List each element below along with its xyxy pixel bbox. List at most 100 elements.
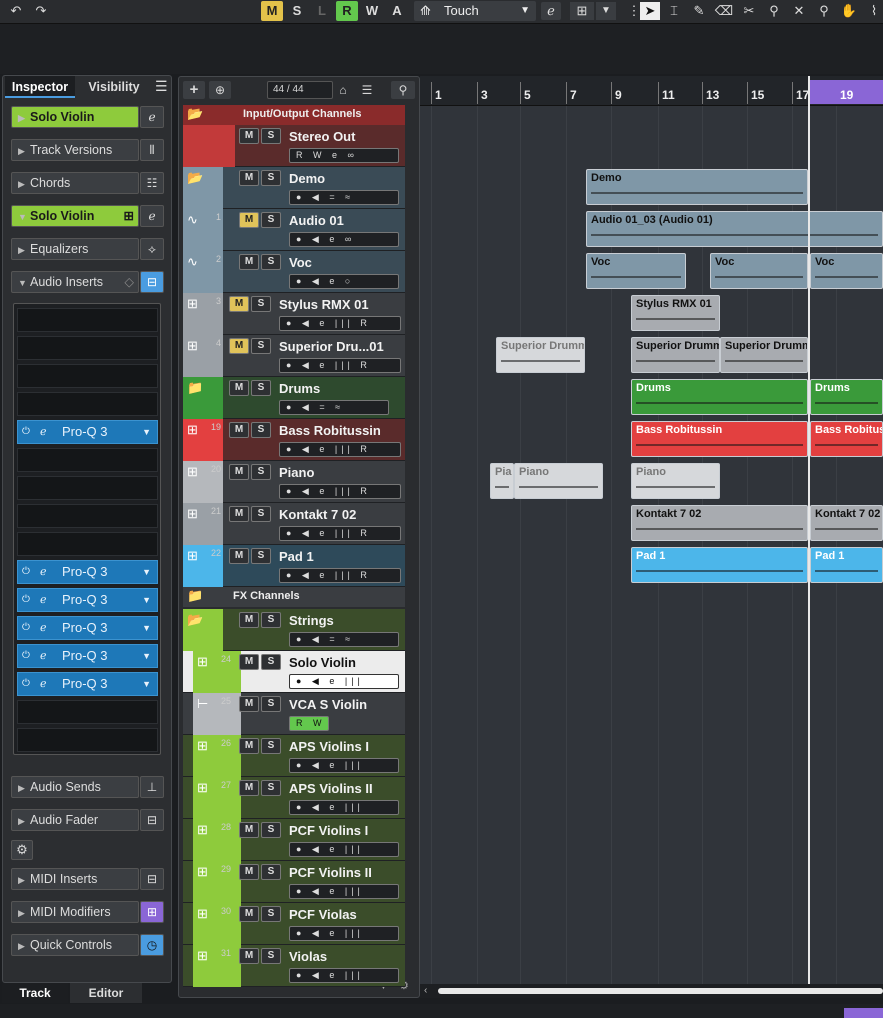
track-name[interactable]: VCA S Violin xyxy=(289,697,367,712)
track-row[interactable]: 📂 M S Strings ● ◀ = ≈ xyxy=(183,609,405,651)
hand-tool-icon[interactable]: ✋ xyxy=(839,2,859,20)
bypass-icon[interactable]: ◇ xyxy=(124,272,134,292)
chevron-down-icon[interactable]: ▼ xyxy=(142,421,151,443)
track-controls[interactable]: ● ◀ e ||| R xyxy=(279,358,401,373)
edit-icon[interactable]: ℯ xyxy=(40,421,47,443)
solo-button[interactable]: S xyxy=(261,738,281,754)
track-row[interactable]: ⊞ 30 M S PCF Violas ● ◀ e ||| xyxy=(183,903,405,945)
mute-mode-button[interactable]: M xyxy=(261,1,283,21)
draw-tool-icon[interactable]: ✎ xyxy=(689,2,709,20)
edit-icon[interactable]: ℯ xyxy=(40,673,47,695)
arrangement-part[interactable]: Drums xyxy=(810,379,883,415)
solo-button[interactable]: S xyxy=(261,254,281,270)
power-icon[interactable]: ⏻ xyxy=(22,589,30,611)
versions-icon[interactable]: ⫴ xyxy=(140,139,164,161)
chevron-down-icon[interactable]: ▼ xyxy=(596,2,616,20)
mute-tool-icon[interactable]: ✕ xyxy=(789,2,809,20)
insert-slot[interactable]: ⏻ ℯ Pro-Q 3 ▼ xyxy=(17,644,158,668)
solo-button[interactable]: S xyxy=(251,380,271,396)
track-name[interactable]: Voc xyxy=(289,255,312,270)
track-row[interactable]: 📂 M S Demo ● ◀ = ≈ xyxy=(183,167,405,209)
arrangement-part[interactable]: Superior Drumm xyxy=(631,337,720,373)
folder-io-channels[interactable]: 📂 Input/Output Channels xyxy=(183,105,405,125)
power-icon[interactable]: ⏻ xyxy=(22,673,30,695)
insert-slot-empty[interactable] xyxy=(17,336,158,360)
quick-controls-icon[interactable]: ◷ xyxy=(140,934,164,956)
solo-mode-button[interactable]: S xyxy=(286,1,308,21)
insert-slot-empty[interactable] xyxy=(17,308,158,332)
solo-button[interactable]: S xyxy=(251,296,271,312)
chevron-down-icon[interactable]: ▼ xyxy=(142,589,151,611)
track-row[interactable]: ⊞ 28 M S PCF Violins I ● ◀ e ||| xyxy=(183,819,405,861)
mute-button[interactable]: M xyxy=(229,464,249,480)
insert-slot-empty[interactable] xyxy=(17,364,158,388)
midi-inserts-icon[interactable]: ⊟ xyxy=(140,868,164,890)
track-row[interactable]: ⊞ 22 M S Pad 1 ● ◀ e ||| R xyxy=(183,545,405,587)
menu-icon[interactable]: ☰ xyxy=(155,78,168,95)
track-controls[interactable]: ● ◀ e ||| R xyxy=(279,316,401,331)
insert-slot-empty[interactable] xyxy=(17,392,158,416)
track-controls[interactable]: ● ◀ e ||| R xyxy=(279,568,401,583)
timewarp-tool-icon[interactable]: ⌇ xyxy=(864,2,883,20)
glue-tool-icon[interactable]: ⚲ xyxy=(764,2,784,20)
solo-button[interactable]: S xyxy=(251,464,271,480)
track-controls[interactable]: ● ◀ e ||| xyxy=(289,800,399,815)
track-row[interactable]: ⊞ 20 M S Piano ● ◀ e ||| R xyxy=(183,461,405,503)
insert-slot[interactable]: ⏻ ℯ Pro-Q 3 ▼ xyxy=(17,616,158,640)
edit-icon[interactable]: ℯ xyxy=(40,617,47,639)
track-name[interactable]: APS Violins I xyxy=(289,739,369,754)
track-controls[interactable]: ● ◀ = ≈ xyxy=(279,400,389,415)
solo-button[interactable]: S xyxy=(261,822,281,838)
track-row[interactable]: ⊞ 21 M S Kontakt 7 02 ● ◀ e ||| R xyxy=(183,503,405,545)
arrangement-part[interactable]: Piano xyxy=(514,463,603,499)
track-controls[interactable]: R W e ∞ xyxy=(289,148,399,163)
track-presets-icon[interactable]: ⊕ xyxy=(209,81,231,99)
insert-slot-empty[interactable] xyxy=(17,700,158,724)
zoom-tool-icon[interactable]: ⚲ xyxy=(814,2,834,20)
solo-button[interactable]: S xyxy=(261,612,281,628)
track-row[interactable]: ⊞ 3 M S Stylus RMX 01 ● ◀ e ||| R xyxy=(183,293,405,335)
mute-button[interactable]: M xyxy=(239,212,259,228)
arrangement-part[interactable]: Pad 1 xyxy=(810,547,883,583)
arrangement-part[interactable]: Voc xyxy=(710,253,808,289)
inserts-icon[interactable]: ⊟ xyxy=(140,271,164,293)
inspector-section-midi-modifiers[interactable]: ▶ MIDI Modifiers xyxy=(11,901,139,923)
track-name[interactable]: Solo Violin xyxy=(289,655,356,670)
mute-button[interactable]: M xyxy=(239,254,259,270)
solo-button[interactable]: S xyxy=(251,506,271,522)
track-row[interactable]: ⊞ 29 M S PCF Violins II ● ◀ e ||| xyxy=(183,861,405,903)
track-controls[interactable]: R W xyxy=(289,716,329,731)
mute-button[interactable]: M xyxy=(229,506,249,522)
edit-icon[interactable]: ℯ xyxy=(40,645,47,667)
arrangement-part[interactable]: Bass Robitussin xyxy=(631,421,808,457)
track-controls[interactable]: ● ◀ e ||| R xyxy=(279,484,401,499)
solo-button[interactable]: S xyxy=(251,338,271,354)
track-row[interactable]: ⊞ 27 M S APS Violins II ● ◀ e ||| xyxy=(183,777,405,819)
chevron-down-icon[interactable]: ▼ xyxy=(142,561,151,583)
track-name[interactable]: Kontakt 7 02 xyxy=(279,507,356,522)
chevron-down-icon[interactable]: ▼ xyxy=(142,673,151,695)
track-name[interactable]: Stereo Out xyxy=(289,129,355,144)
listen-mode-button[interactable]: L xyxy=(311,1,333,21)
track-row[interactable]: ⊞ 19 M S Bass Robitussin ● ◀ e ||| R xyxy=(183,419,405,461)
solo-button[interactable]: S xyxy=(261,654,281,670)
track-name[interactable]: Audio 01 xyxy=(289,213,344,228)
track-name[interactable]: Demo xyxy=(289,171,325,186)
mute-button[interactable]: M xyxy=(239,948,259,964)
track-controls[interactable]: ● ◀ e ||| xyxy=(289,842,399,857)
track-name[interactable]: Bass Robitussin xyxy=(279,423,381,438)
power-icon[interactable]: ⏻ xyxy=(22,421,30,443)
split-tool-icon[interactable]: ✂ xyxy=(739,2,759,20)
track-name[interactable]: Piano xyxy=(279,465,314,480)
mute-button[interactable]: M xyxy=(229,296,249,312)
inspector-section-audio-sends[interactable]: ▶ Audio Sends xyxy=(11,776,139,798)
pointer-tool-icon[interactable]: ➤ xyxy=(640,2,660,20)
inspector-section-quick-controls[interactable]: ▶ Quick Controls xyxy=(11,934,139,956)
arrangement-part[interactable]: Bass Robitussin xyxy=(810,421,883,457)
inspector-section-audio-inserts[interactable]: ▼ Audio Inserts ◇ xyxy=(11,271,139,293)
edit-icon[interactable]: ℯ xyxy=(40,589,47,611)
track-controls[interactable]: ● ◀ e ||| xyxy=(289,968,399,983)
power-icon[interactable]: ⏻ xyxy=(22,561,30,583)
folder-fx-channels[interactable]: 📁 FX Channels xyxy=(183,587,405,607)
power-icon[interactable]: ⏻ xyxy=(22,645,30,667)
